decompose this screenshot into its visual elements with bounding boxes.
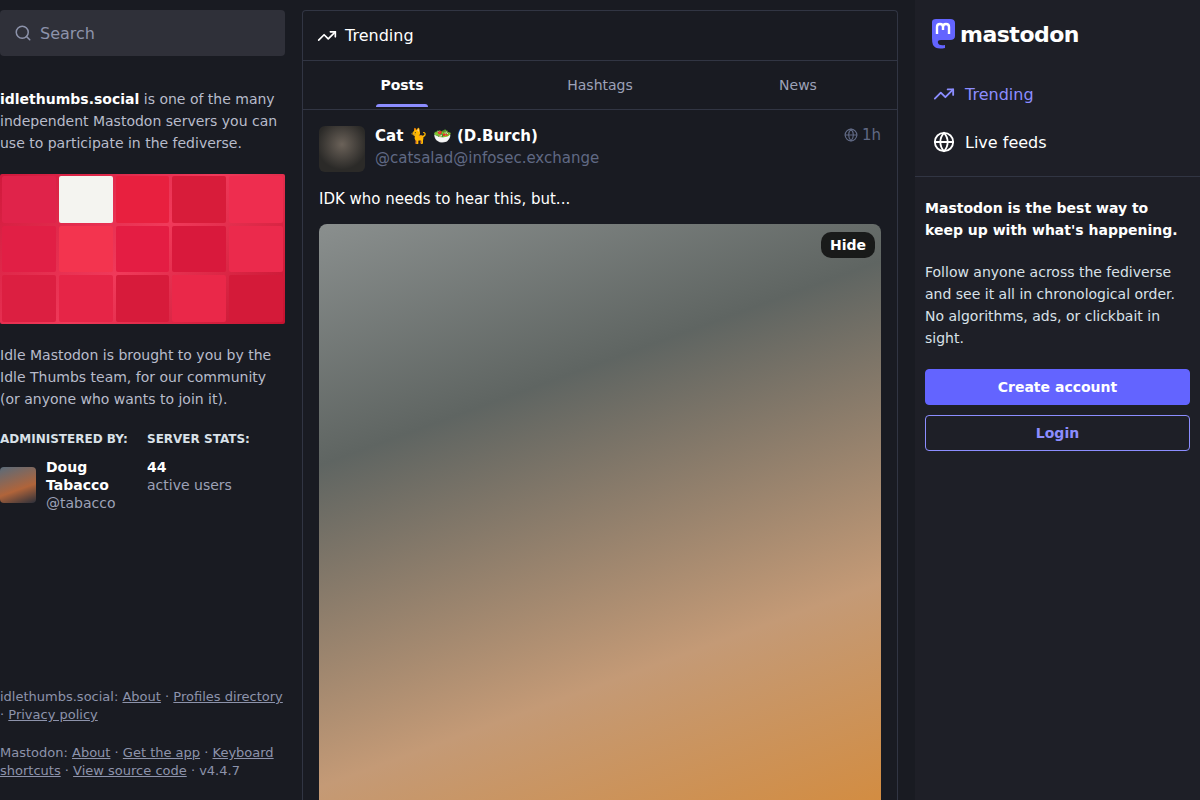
globe-icon: [933, 131, 955, 153]
nav-item[interactable]: Trending: [915, 70, 1200, 118]
banner-tile: [229, 176, 283, 223]
banner-tile: [116, 275, 170, 322]
post-handle: @catsalad@infosec.exchange: [375, 148, 834, 168]
banner-tile: [59, 275, 113, 322]
admin-avatar[interactable]: [0, 467, 36, 503]
brand[interactable]: mastodon: [915, 0, 1200, 52]
column-title: Trending: [345, 26, 414, 45]
login-button[interactable]: Login: [925, 415, 1190, 451]
right-column: mastodon TrendingLive feeds Mastodon is th…: [915, 0, 1200, 800]
banner-tile: [2, 226, 56, 273]
post-content: IDK who needs to hear this, but...: [319, 188, 881, 210]
footer-separator: ·: [200, 745, 212, 760]
server-name: idlethumbs.social: [0, 91, 139, 107]
version: v4.4.7: [199, 763, 240, 778]
banner-tile: [2, 275, 56, 322]
trending-icon: [317, 26, 337, 46]
footer-separator: ·: [161, 689, 173, 704]
banner-tile: [172, 226, 226, 273]
nav: TrendingLive feeds: [915, 52, 1200, 177]
stats-count: 44: [147, 458, 285, 476]
post-time[interactable]: 1h: [844, 126, 881, 144]
promo-text: Follow anyone across the fediverse and s…: [925, 261, 1190, 349]
footer-link[interactable]: About: [122, 689, 160, 704]
admin-name: Doug Tabacco: [46, 458, 147, 494]
footer-separator: ·: [0, 707, 8, 722]
create-account-button[interactable]: Create account: [925, 369, 1190, 405]
admin-label: ADMINISTERED BY:: [0, 432, 147, 446]
banner-tile: [59, 176, 113, 223]
page: Search idlethumbs.social is one of the ma…: [0, 0, 1200, 800]
post[interactable]: Cat 🐈 🥗 (D.Burch)@catsalad@infosec.excha…: [303, 110, 897, 800]
brand-name: mastodon: [960, 22, 1079, 47]
footer-separator: ·: [61, 763, 73, 778]
post-author[interactable]: Cat 🐈 🥗 (D.Burch): [375, 126, 834, 146]
server-banner: [0, 174, 285, 324]
mastodon-logo-icon: [928, 18, 958, 50]
banner-tile: [2, 176, 56, 223]
search-placeholder: Search: [40, 24, 95, 43]
tab-label: News: [779, 63, 817, 107]
footer-link[interactable]: Privacy policy: [8, 707, 97, 722]
trending-icon: [933, 83, 955, 105]
admin-section: ADMINISTERED BY: Doug Tabacco@tabacco: [0, 432, 147, 512]
tab-label: Hashtags: [567, 63, 633, 107]
footer-group: idlethumbs.social: About · Profiles dire…: [0, 688, 285, 724]
footer-separator: ·: [187, 763, 199, 778]
trending-column: Trending Posts Hashtags News Cat 🐈 🥗 (D.Burc…: [302, 10, 898, 800]
signup-promo: Mastodon is the best way to keep up with…: [915, 177, 1200, 471]
server-description: Idle Mastodon is brought to you by the I…: [0, 344, 285, 410]
hide-button[interactable]: Hide: [821, 232, 875, 258]
banner-tile: [229, 226, 283, 273]
post-header: Cat 🐈 🥗 (D.Burch)@catsalad@infosec.excha…: [319, 126, 881, 172]
tab-bar: Posts Hashtags News: [303, 61, 897, 110]
stats-label: SERVER STATS:: [147, 432, 285, 446]
banner-tile: [116, 226, 170, 273]
server-tagline: idlethumbs.social is one of the many ind…: [0, 88, 285, 154]
footer-separator: ·: [110, 745, 122, 760]
tab-label: Posts: [380, 63, 423, 107]
tab[interactable]: Posts: [303, 61, 501, 109]
globe-icon: [844, 128, 858, 142]
admin-account[interactable]: Doug Tabacco@tabacco: [0, 458, 147, 512]
tab[interactable]: News: [699, 61, 897, 109]
search-field[interactable]: Search: [0, 10, 285, 56]
footer-link[interactable]: Get the app: [123, 745, 200, 760]
footer: idlethumbs.social: About · Profiles dire…: [0, 688, 285, 800]
post-avatar[interactable]: [319, 126, 365, 172]
column-header: Trending: [303, 11, 897, 61]
footer-label: idlethumbs.social:: [0, 689, 118, 704]
banner-tile: [172, 176, 226, 223]
tab[interactable]: Hashtags: [501, 61, 699, 109]
nav-item[interactable]: Live feeds: [915, 118, 1200, 166]
stats-section: SERVER STATS: 44active users: [147, 432, 285, 512]
footer-label: Mastodon:: [0, 745, 68, 760]
footer-link[interactable]: Profiles directory: [173, 689, 282, 704]
banner-tile: [116, 176, 170, 223]
post-media[interactable]: Hide: [319, 224, 881, 800]
footer-link[interactable]: About: [72, 745, 110, 760]
left-column: Search idlethumbs.social is one of the ma…: [0, 0, 285, 800]
footer-link[interactable]: View source code: [73, 763, 187, 778]
server-info: ADMINISTERED BY:Doug Tabacco@tabaccoSERV…: [0, 432, 285, 512]
banner-tile: [59, 226, 113, 273]
promo-title: Mastodon is the best way to keep up with…: [925, 197, 1190, 241]
search-icon: [14, 24, 32, 42]
banner-tile: [229, 275, 283, 322]
admin-handle: @tabacco: [46, 494, 147, 512]
banner-tile: [172, 275, 226, 322]
footer-group: Mastodon: About · Get the app · Keyboard…: [0, 744, 285, 780]
stats-unit: active users: [147, 476, 285, 494]
